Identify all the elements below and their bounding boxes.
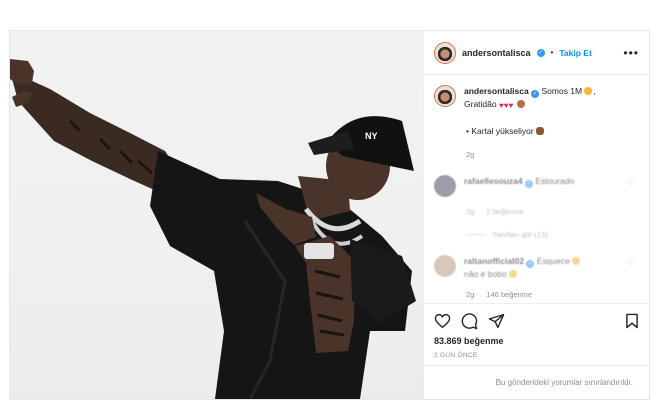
comments-section: andersontalisca ✓ Somos 1M , Gratidão ♥♥… <box>424 75 649 303</box>
comment-likes[interactable]: 146 beğenme <box>486 290 532 299</box>
hearts-emoji: ♥♥♥ <box>498 101 514 110</box>
svg-text:NY: NY <box>365 131 378 141</box>
commenter-username[interactable]: raltanofficial02 <box>464 256 524 266</box>
commenter-avatar[interactable] <box>434 255 456 277</box>
commenter-avatar[interactable] <box>434 175 456 197</box>
laughing-emoji-icon <box>508 270 517 278</box>
face-emoji-icon <box>572 257 581 265</box>
speech-bubble-icon[interactable] <box>461 312 478 330</box>
comment-like-icon[interactable]: ♡ <box>627 258 635 269</box>
caption-time: 2g <box>466 150 475 159</box>
caption: andersontalisca ✓ Somos 1M , Gratidão ♥♥… <box>434 85 639 112</box>
verified-badge-icon: ✓ <box>524 180 533 188</box>
post-header: andersontalisca ✓ • Takip Et ••• <box>424 31 649 75</box>
comment-meta: 2g 146 beğenme <box>466 290 639 299</box>
post-timestamp: 2 GÜN ÖNCE <box>434 352 478 359</box>
comment-text: rafaellesouza4 ✓ Estourado <box>464 175 624 188</box>
caption-bullet-line: • Kartal yükseliyor <box>466 126 639 136</box>
comment-time: 2g <box>466 290 475 299</box>
caption-username[interactable]: andersontalisca <box>464 86 529 96</box>
comments-restricted-notice: Bu gönderideki yorumlar sınırlandırıldı. <box>424 365 649 399</box>
person-emoji-icon <box>516 100 525 108</box>
comment-body: Esquece <box>536 256 570 266</box>
comment-row: rafaellesouza4 ✓ Estourado ♡ <box>434 175 639 197</box>
verified-badge-icon: ✓ <box>526 260 535 268</box>
view-replies-link[interactable]: Yanıtları gör (13) <box>466 230 639 239</box>
follow-button[interactable]: Takip Et <box>559 48 591 58</box>
caption-text: andersontalisca ✓ Somos 1M , Gratidão ♥♥… <box>464 86 596 110</box>
heart-outline-icon[interactable] <box>434 313 451 329</box>
caption-avatar[interactable] <box>434 85 456 107</box>
commenter-username[interactable]: rafaellesouza4 <box>464 176 523 186</box>
action-icons <box>434 310 639 332</box>
photo-illustration: NY <box>10 59 416 399</box>
comment-likes[interactable]: 2 beğenme <box>486 207 524 216</box>
likes-count[interactable]: 83.869 beğenme <box>434 336 639 346</box>
more-dots-icon[interactable]: ••• <box>623 46 639 60</box>
verified-badge-icon: ✓ <box>531 90 540 98</box>
comment-like-icon[interactable]: ♡ <box>627 178 635 189</box>
bookmark-icon[interactable] <box>625 313 639 329</box>
caption-bullet-text: • Kartal yükseliyor <box>466 126 534 136</box>
comment-row: raltanofficial02 ✓ Esquece não é bobo ♡ <box>434 255 639 280</box>
replies-divider <box>466 234 486 235</box>
paper-plane-icon[interactable] <box>488 313 505 329</box>
comment-time: 2g <box>466 207 475 216</box>
eagle-emoji-icon <box>536 127 545 135</box>
author-username[interactable]: andersontalisca <box>462 48 531 58</box>
post-photo[interactable]: NY <box>10 31 423 399</box>
caption-line2: Gratidão <box>464 99 497 109</box>
caption-line1: Somos 1M <box>541 86 583 96</box>
comment-text: raltanofficial02 ✓ Esquece não é bobo <box>464 255 624 280</box>
post-actions: 83.869 beğenme 2 GÜN ÖNCE <box>424 303 649 365</box>
smiling-face-emoji-icon <box>584 87 593 95</box>
verified-badge-icon: ✓ <box>536 48 545 57</box>
comment-meta: 2g 2 beğenme <box>466 207 639 216</box>
replies-label[interactable]: Yanıtları gör (13) <box>492 230 548 239</box>
author-avatar[interactable] <box>434 41 456 64</box>
header-separator: • <box>550 48 554 57</box>
comment-body-line2: não é bobo <box>464 269 507 279</box>
instagram-post: NY andersontalisca ✓ • Takip Et ••• ande… <box>9 30 650 400</box>
post-side-panel: andersontalisca ✓ • Takip Et ••• anderso… <box>423 31 649 399</box>
comment-body: Estourado <box>535 176 575 186</box>
